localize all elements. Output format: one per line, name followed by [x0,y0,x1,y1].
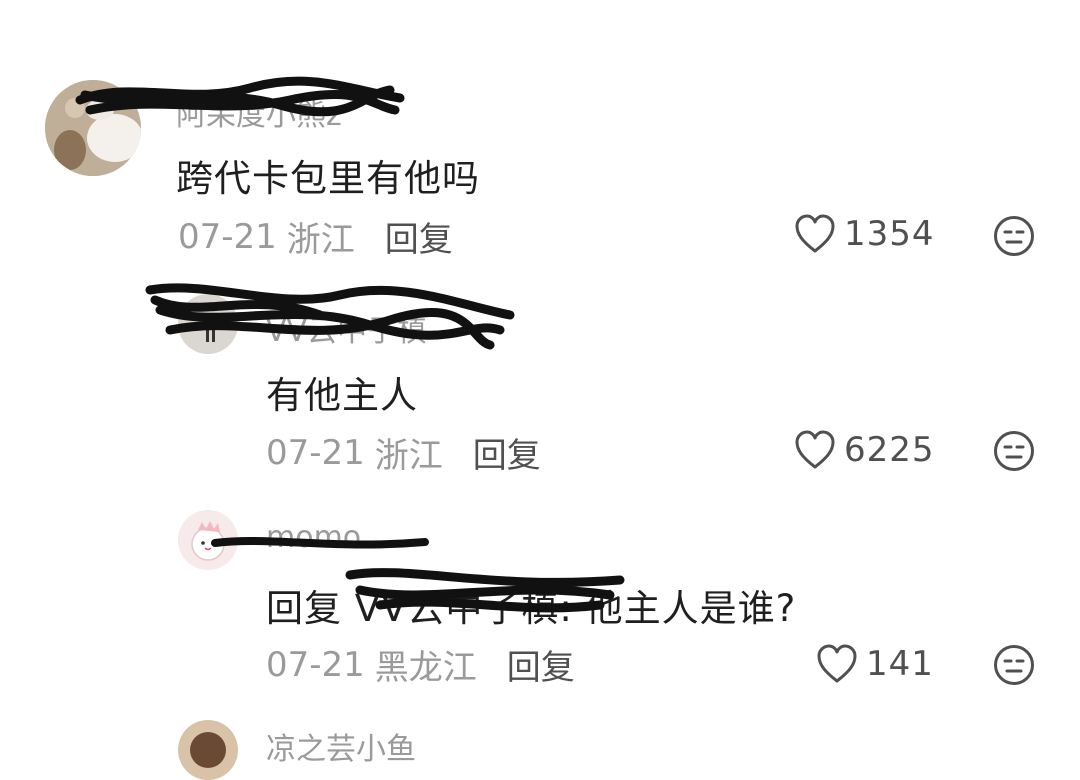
reply-text: 回复 VV云中子槙: 他主人是谁? [266,578,796,632]
reply-item: VV云中子槙 有他主人 07-21 浙江 回复 6225 [0,260,1080,490]
comment-meta: 07-21 黑龙江 回复 [266,640,575,689]
reply-button[interactable]: 回复 [385,212,453,261]
comment-text: 跨代卡包里有他吗 [176,157,480,200]
comment-date: 07-21 [266,432,365,473]
reply-item: momo 回复 VV云中子槙: 他主人是谁? 07-21 黑龙江 回复 141 [0,490,1080,710]
heart-outline-icon [795,430,835,469]
avatar[interactable] [45,80,141,176]
like-count: 6225 [844,430,935,470]
username[interactable]: momo [266,520,361,555]
avatar[interactable] [178,720,238,780]
reply-item: 凉之芸小鱼 [0,710,1080,780]
comment-text: 有他主人 [266,374,418,417]
dislike-button[interactable] [993,430,1035,476]
heart-outline-icon [817,644,857,683]
neutral-face-icon [994,216,1034,256]
reply-text-content: : 他主人是谁? [559,587,797,630]
like-button[interactable]: 6225 [794,430,935,470]
username[interactable]: 凉之芸小鱼 [266,724,416,768]
comment-date: 07-21 [178,216,277,257]
comment-location: 浙江 [374,436,443,476]
comment-meta: 07-21 浙江 回复 [178,212,453,261]
comment-location: 浙江 [286,220,355,260]
neutral-face-icon [994,431,1034,471]
like-button[interactable]: 141 [816,644,934,684]
reply-button[interactable]: 回复 [507,640,575,689]
comment-meta: 07-21 浙江 回复 [266,428,541,477]
like-count: 141 [866,644,934,684]
neutral-face-icon [994,645,1034,685]
like-count: 1354 [844,214,935,254]
dislike-button[interactable] [993,215,1035,261]
username[interactable]: 阿呆度小熊z [176,90,342,134]
comment-item: 阿呆度小熊z 跨代卡包里有他吗 07-21 浙江 回复 1354 [0,0,1080,260]
like-button[interactable]: 1354 [794,214,935,254]
reply-target-prefix: 回复 VV云中子槙 [266,587,560,630]
avatar[interactable] [178,510,238,570]
username[interactable]: VV云中子槙 [266,306,427,350]
comment-location: 黑龙江 [374,648,477,688]
dislike-button[interactable] [993,644,1035,690]
comment-date: 07-21 [266,644,365,685]
reply-button[interactable]: 回复 [473,428,541,477]
heart-outline-icon [795,214,835,253]
avatar[interactable] [178,294,238,354]
